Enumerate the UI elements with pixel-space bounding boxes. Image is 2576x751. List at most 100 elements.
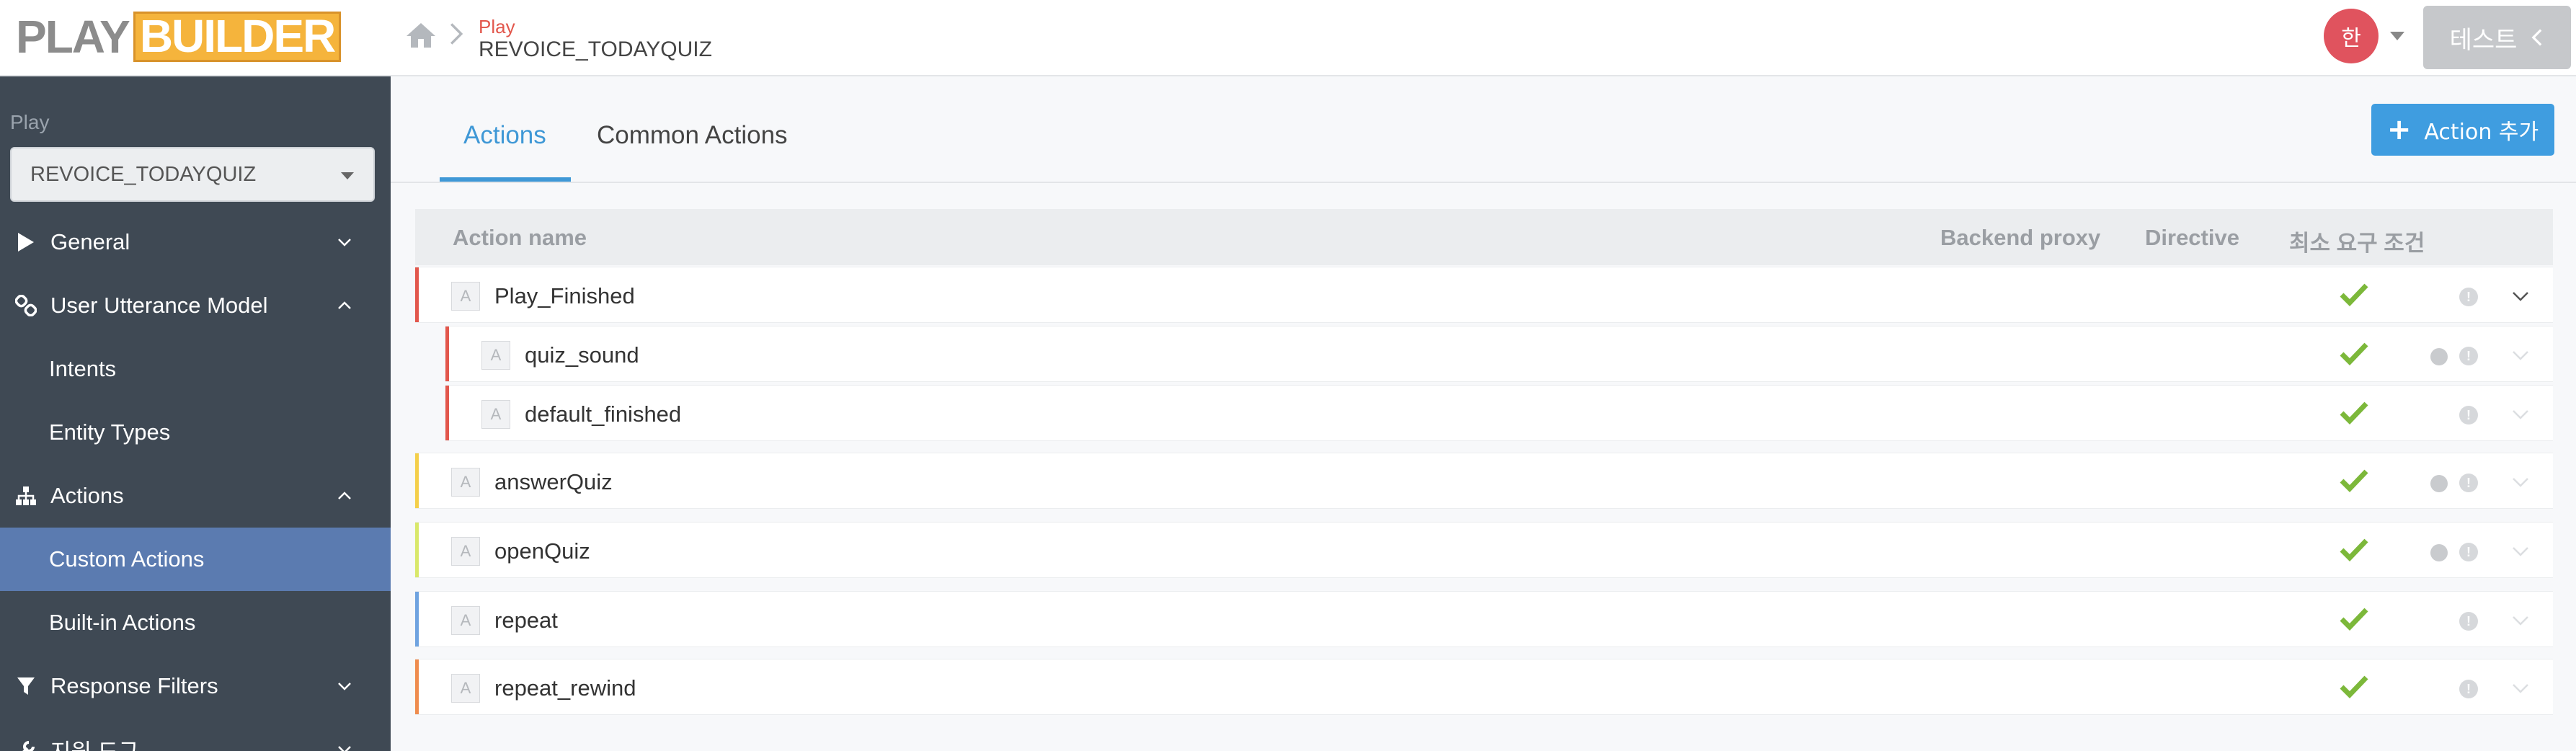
sidebar-item-built-in-actions[interactable]: Built-in Actions xyxy=(0,591,391,654)
sidebar-item-label: Response Filters xyxy=(50,673,218,698)
info-icon[interactable]: ! xyxy=(2459,288,2478,306)
sidebar-item-entity-types[interactable]: Entity Types xyxy=(0,401,391,464)
sidebar-item-label: General xyxy=(50,229,130,254)
sidebar-item-intents[interactable]: Intents xyxy=(0,337,391,401)
chevron-down-icon xyxy=(338,683,351,690)
sitemap-icon xyxy=(14,484,37,507)
info-icon[interactable]: ! xyxy=(2459,474,2478,492)
top-header: PLAY BUILDER Play REVOICE_TODAYQUIZ 한 테스… xyxy=(0,0,2576,76)
sidebar-item-user-utterance-model[interactable]: User Utterance Model xyxy=(0,274,391,337)
chevron-down-icon xyxy=(338,746,351,751)
action-name[interactable]: quiz_sound xyxy=(525,342,639,368)
table-row[interactable]: AanswerQuiz! xyxy=(415,453,2553,509)
sidebar-item-label: Entity Types xyxy=(49,419,171,445)
row-color-bar xyxy=(415,523,419,577)
sidebar-item-support-tools[interactable]: 지원 도구 xyxy=(0,718,391,751)
check-icon xyxy=(2340,469,2368,492)
caret-down-icon[interactable] xyxy=(2389,30,2406,42)
logo-play-text: PLAY xyxy=(16,11,130,63)
test-button-label: 테스트 xyxy=(2449,25,2518,55)
test-button[interactable]: 테스트 xyxy=(2423,6,2571,69)
sidebar-item-general[interactable]: General xyxy=(0,210,391,274)
chevron-down-icon[interactable] xyxy=(2511,546,2530,557)
add-action-button[interactable]: + Action 추가 xyxy=(2371,104,2554,156)
play-select-label: Play xyxy=(10,111,50,133)
sidebar-item-label: 지원 도구 xyxy=(50,734,139,751)
chevron-left-icon xyxy=(2531,29,2542,46)
sidebar-item-custom-actions[interactable]: Custom Actions xyxy=(0,528,391,591)
chevron-up-icon xyxy=(338,492,351,499)
action-name[interactable]: repeat xyxy=(494,608,558,634)
tab-bar: Actions Common Actions xyxy=(391,76,2576,183)
playbuilder-logo[interactable]: PLAY BUILDER xyxy=(16,11,342,63)
backend-proxy-indicator xyxy=(2430,544,2448,561)
play-select[interactable]: REVOICE_TODAYQUIZ xyxy=(10,147,375,202)
row-color-bar xyxy=(445,326,449,381)
check-icon xyxy=(2340,608,2368,631)
backend-proxy-indicator xyxy=(2430,348,2448,365)
plus-icon: + xyxy=(2386,113,2412,146)
logo-builder-text: BUILDER xyxy=(133,12,342,62)
check-icon xyxy=(2340,675,2368,698)
action-name[interactable]: repeat_rewind xyxy=(494,675,636,701)
play-triangle-icon xyxy=(14,231,37,254)
table-row[interactable]: Aquiz_sound! xyxy=(445,326,2553,382)
chevron-down-icon[interactable] xyxy=(2511,476,2530,488)
sidebar-item-actions[interactable]: Actions xyxy=(0,464,391,528)
action-type-badge: A xyxy=(481,341,510,370)
info-icon[interactable]: ! xyxy=(2459,543,2478,561)
action-type-badge: A xyxy=(451,537,480,566)
tab-common-actions[interactable]: Common Actions xyxy=(597,121,788,150)
row-color-bar xyxy=(415,453,419,508)
sidebar-item-response-filters[interactable]: Response Filters xyxy=(0,654,391,718)
table-row[interactable]: A Play_Finished! xyxy=(415,267,2553,323)
caret-down-icon xyxy=(341,172,354,179)
action-name[interactable]: openQuiz xyxy=(494,538,590,564)
sidebar: Play REVOICE_TODAYQUIZ General User Utte… xyxy=(0,76,391,751)
info-icon[interactable]: ! xyxy=(2459,347,2478,365)
chevron-up-icon xyxy=(338,301,351,309)
home-icon[interactable] xyxy=(404,19,438,53)
row-color-bar xyxy=(415,267,419,322)
info-icon[interactable]: ! xyxy=(2459,612,2478,631)
action-type-badge: A xyxy=(451,282,480,311)
table-row[interactable]: Arepeat_rewind! xyxy=(415,659,2553,715)
active-tab-indicator xyxy=(440,177,571,182)
sidebar-item-label: Built-in Actions xyxy=(49,610,196,635)
check-icon xyxy=(2340,401,2368,425)
breadcrumb-current: REVOICE_TODAYQUIZ xyxy=(479,37,712,61)
chevron-down-icon[interactable] xyxy=(2511,350,2530,361)
row-color-bar xyxy=(415,659,419,714)
column-header-requirements: 최소 요구 조건 xyxy=(2289,231,2425,256)
info-icon[interactable]: ! xyxy=(2459,406,2478,425)
column-header-backend-proxy: Backend proxy xyxy=(1940,225,2101,250)
filter-icon xyxy=(14,675,37,698)
user-avatar[interactable]: 한 xyxy=(2324,9,2379,63)
chevron-down-icon[interactable] xyxy=(2511,290,2530,302)
sidebar-item-label: Custom Actions xyxy=(49,546,205,572)
table-row[interactable]: Adefault_finished! xyxy=(445,385,2553,441)
chevron-down-icon[interactable] xyxy=(2511,683,2530,694)
chevron-down-icon xyxy=(338,239,351,246)
action-type-badge: A xyxy=(451,606,480,635)
action-name[interactable]: answerQuiz xyxy=(494,469,613,495)
action-name[interactable]: default_finished xyxy=(525,401,681,427)
action-type-badge: A xyxy=(451,468,480,497)
column-header-action-name[interactable]: Action name xyxy=(453,225,587,251)
check-icon xyxy=(2340,283,2368,306)
row-color-bar xyxy=(445,386,449,440)
action-name[interactable]: Play_Finished xyxy=(494,283,635,309)
chevron-down-icon[interactable] xyxy=(2511,615,2530,626)
action-type-badge: A xyxy=(481,400,510,429)
table-row[interactable]: AopenQuiz! xyxy=(415,522,2553,578)
table-header: Action name Backend proxy Directive 최소 요… xyxy=(415,209,2553,265)
row-color-bar xyxy=(415,592,419,646)
table-row[interactable]: Arepeat! xyxy=(415,591,2553,647)
tab-actions[interactable]: Actions xyxy=(463,121,546,150)
link-icon xyxy=(14,294,37,317)
info-icon[interactable]: ! xyxy=(2459,680,2478,698)
chevron-down-icon[interactable] xyxy=(2511,409,2530,420)
breadcrumb-parent[interactable]: Play xyxy=(479,16,515,38)
chevron-right-icon xyxy=(450,23,463,45)
action-type-badge: A xyxy=(451,674,480,703)
